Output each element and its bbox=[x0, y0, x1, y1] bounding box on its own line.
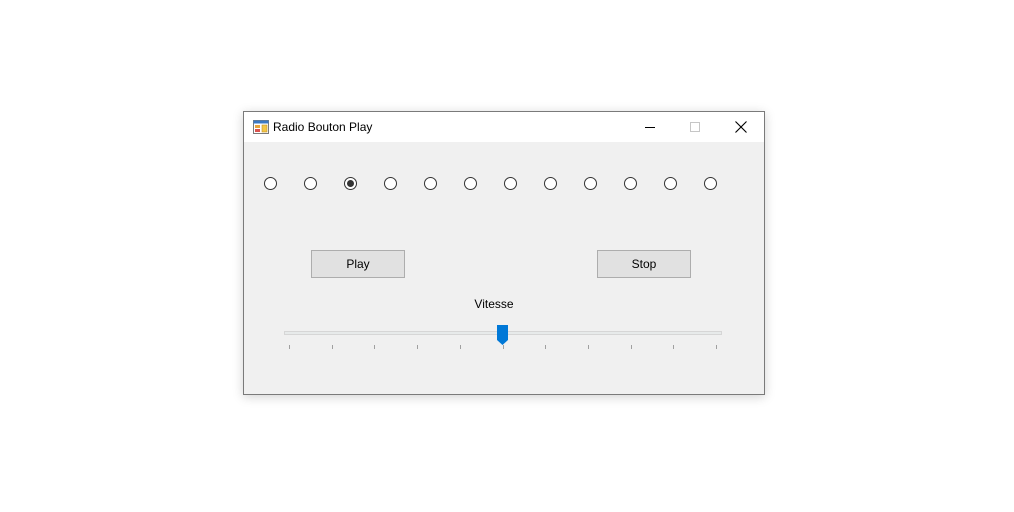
slider-tick bbox=[631, 345, 632, 349]
radio-button[interactable] bbox=[264, 177, 277, 190]
slider-tick bbox=[417, 345, 418, 349]
radio-button[interactable] bbox=[464, 177, 477, 190]
window-title: Radio Bouton Play bbox=[273, 120, 373, 134]
radio-button[interactable] bbox=[624, 177, 637, 190]
title-bar[interactable]: Radio Bouton Play bbox=[244, 112, 764, 142]
slider-tick bbox=[332, 345, 333, 349]
main-window: Radio Bouton Play Play Stop Vitesse bbox=[243, 111, 765, 395]
close-icon bbox=[735, 121, 747, 133]
radio-button[interactable] bbox=[304, 177, 317, 190]
slider-tick bbox=[374, 345, 375, 349]
slider-thumb[interactable] bbox=[497, 325, 508, 345]
maximize-button[interactable] bbox=[672, 112, 718, 142]
slider-tick bbox=[289, 345, 290, 349]
maximize-icon bbox=[690, 122, 700, 132]
radio-button[interactable] bbox=[384, 177, 397, 190]
close-button[interactable] bbox=[718, 112, 764, 142]
radio-button[interactable] bbox=[424, 177, 437, 190]
radio-button[interactable] bbox=[704, 177, 717, 190]
slider-tick bbox=[673, 345, 674, 349]
slider-tick bbox=[588, 345, 589, 349]
minimize-icon bbox=[645, 127, 655, 128]
play-button[interactable]: Play bbox=[311, 250, 405, 278]
radio-button[interactable] bbox=[584, 177, 597, 190]
minimize-button[interactable] bbox=[627, 112, 673, 142]
radio-dot bbox=[347, 180, 354, 187]
radio-button[interactable] bbox=[504, 177, 517, 190]
slider-tick bbox=[545, 345, 546, 349]
speed-label: Vitesse bbox=[474, 297, 514, 311]
form-app-icon bbox=[253, 119, 269, 135]
slider-tick bbox=[503, 345, 504, 349]
radio-button[interactable] bbox=[664, 177, 677, 190]
stop-button[interactable]: Stop bbox=[597, 250, 691, 278]
slider-tick bbox=[460, 345, 461, 349]
slider-tick bbox=[716, 345, 717, 349]
radio-button[interactable] bbox=[544, 177, 557, 190]
radio-button[interactable] bbox=[344, 177, 357, 190]
